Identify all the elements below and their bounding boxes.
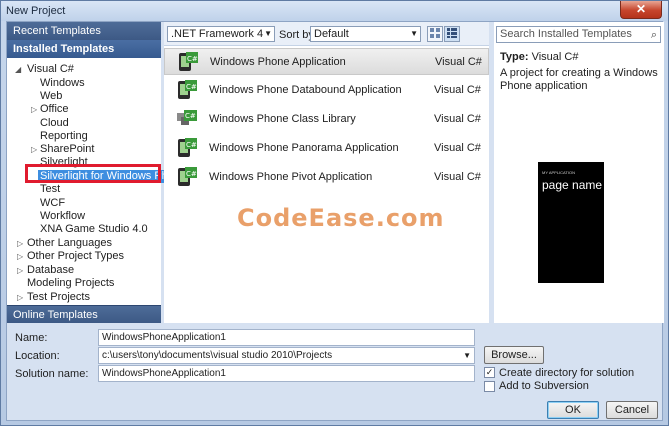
- tree-item-cloud[interactable]: Cloud: [40, 117, 69, 130]
- tree-item-test-projects[interactable]: Test Projects: [27, 291, 90, 304]
- window-title: New Project: [6, 5, 66, 17]
- browse-button[interactable]: Browse...: [484, 346, 544, 364]
- phone-app-icon: C#: [179, 52, 198, 71]
- svg-text:C#: C#: [187, 55, 198, 63]
- tree-item-other-project-types[interactable]: Other Project Types: [27, 250, 124, 263]
- template-row[interactable]: C# Windows Phone Class Library Visual C#: [164, 106, 489, 133]
- tree-item-windows[interactable]: Windows: [40, 77, 85, 90]
- expand-arrow-icon[interactable]: ▷: [17, 239, 23, 248]
- sort-dropdown[interactable]: Default ▼: [310, 26, 421, 42]
- templates-toolbar: .NET Framework 4 ▼ Sort by: Default ▼: [164, 22, 489, 46]
- tree-item-sharepoint[interactable]: SharePoint: [40, 143, 94, 156]
- installed-templates-header[interactable]: Installed Templates: [7, 40, 161, 58]
- chevron-down-icon[interactable]: ▼: [463, 348, 471, 363]
- title-bar: New Project ✕: [1, 1, 668, 21]
- chevron-down-icon: ▼: [264, 29, 272, 38]
- type-value: Visual C#: [531, 51, 579, 63]
- type-label: Type:: [500, 51, 529, 63]
- svg-text:C#: C#: [186, 83, 197, 91]
- highlight-annotation-box: [25, 164, 161, 183]
- ok-button[interactable]: OK: [547, 401, 599, 419]
- template-row[interactable]: C# Windows Phone Panorama Application Vi…: [164, 135, 489, 162]
- tree-item-reporting[interactable]: Reporting: [40, 130, 88, 143]
- svg-text:C#: C#: [186, 141, 197, 149]
- name-field[interactable]: WindowsPhoneApplication1: [98, 329, 475, 346]
- watermark-text: CodeEase.com: [237, 204, 445, 232]
- expand-arrow-icon[interactable]: ▷: [17, 252, 23, 261]
- online-templates-header[interactable]: Online Templates: [7, 305, 161, 323]
- location-field[interactable]: c:\users\tony\documents\visual studio 20…: [98, 347, 475, 364]
- cancel-button[interactable]: Cancel: [606, 401, 658, 419]
- preview-app-title: MY APPLICATION: [542, 170, 575, 175]
- small-icons-view-button[interactable]: [444, 26, 460, 42]
- class-library-icon: C#: [177, 110, 197, 125]
- sort-value: Default: [314, 28, 349, 40]
- svg-text:C#: C#: [186, 170, 197, 178]
- location-value: c:\users\tony\documents\visual studio 20…: [102, 350, 333, 361]
- medium-icons-view-button[interactable]: [427, 26, 443, 42]
- preview-page-title: page name: [542, 178, 603, 192]
- tree-item-xna[interactable]: XNA Game Studio 4.0: [40, 223, 148, 236]
- phone-databound-icon: C#: [178, 80, 197, 99]
- list-view-icon: [447, 28, 457, 38]
- grid-view-icon: [430, 28, 440, 38]
- search-placeholder: Search Installed Templates: [500, 28, 632, 40]
- tree-item-web[interactable]: Web: [40, 90, 62, 103]
- expand-arrow-icon[interactable]: ▷: [31, 105, 37, 114]
- search-icon: ⌕: [650, 29, 657, 41]
- create-directory-label: Create directory for solution: [499, 367, 635, 379]
- solution-name-field[interactable]: WindowsPhoneApplication1: [98, 365, 475, 382]
- template-type: Type: Visual C#: [500, 51, 578, 63]
- solution-name-label: Solution name:: [15, 368, 89, 380]
- recent-templates-header[interactable]: Recent Templates: [7, 22, 161, 40]
- tree-item-visual-csharp[interactable]: Visual C#: [27, 63, 74, 76]
- phone-pivot-icon: C#: [178, 167, 197, 186]
- template-row[interactable]: C# Windows Phone Pivot Application Visua…: [164, 164, 489, 191]
- template-name: Windows Phone Class Library: [209, 113, 356, 125]
- template-name: Windows Phone Panorama Application: [209, 142, 399, 154]
- template-language: Visual C#: [434, 84, 481, 96]
- template-row[interactable]: C# Windows Phone Application Visual C#: [164, 48, 489, 75]
- template-description: A project for creating a Windows Phone a…: [500, 67, 658, 92]
- new-project-dialog: New Project ✕ Recent Templates Installed…: [0, 0, 669, 426]
- expand-arrow-icon[interactable]: ▷: [17, 293, 23, 302]
- template-language: Visual C#: [435, 56, 482, 68]
- template-categories-pane: Recent Templates Installed Templates ◢ V…: [7, 22, 189, 323]
- tree-item-office[interactable]: Office: [40, 103, 69, 116]
- template-name: Windows Phone Databound Application: [209, 84, 402, 96]
- name-label: Name:: [15, 332, 48, 344]
- template-preview-image: MY APPLICATION page name: [538, 162, 604, 283]
- tree-item-database[interactable]: Database: [27, 264, 74, 277]
- tree-item-test[interactable]: Test: [40, 183, 60, 196]
- tree-item-other-languages[interactable]: Other Languages: [27, 237, 112, 250]
- svg-text:C#: C#: [185, 112, 196, 120]
- expand-arrow-icon[interactable]: ▷: [31, 145, 37, 154]
- add-to-subversion-label: Add to Subversion: [499, 380, 589, 392]
- create-directory-checkbox[interactable]: ✓: [484, 367, 495, 378]
- location-label: Location:: [15, 350, 60, 362]
- template-language: Visual C#: [434, 171, 481, 183]
- tree-item-modeling-projects[interactable]: Modeling Projects: [27, 277, 114, 290]
- templates-list-pane: .NET Framework 4 ▼ Sort by: Default ▼ C#…: [164, 22, 489, 323]
- expand-arrow-icon[interactable]: ▷: [17, 266, 23, 275]
- close-button[interactable]: ✕: [620, 1, 662, 19]
- expand-arrow-icon[interactable]: ◢: [15, 65, 21, 74]
- template-language: Visual C#: [434, 113, 481, 125]
- phone-panorama-icon: C#: [178, 138, 197, 157]
- template-row[interactable]: C# Windows Phone Databound Application V…: [164, 77, 489, 104]
- tree-item-wcf[interactable]: WCF: [40, 197, 65, 210]
- tree-item-workflow[interactable]: Workflow: [40, 210, 85, 223]
- framework-dropdown[interactable]: .NET Framework 4 ▼: [167, 26, 275, 42]
- template-details-pane: Search Installed Templates ⌕ Type: Visua…: [494, 22, 664, 323]
- template-name: Windows Phone Pivot Application: [209, 171, 373, 183]
- chevron-down-icon: ▼: [410, 29, 418, 38]
- template-language: Visual C#: [434, 142, 481, 154]
- add-to-subversion-checkbox[interactable]: [484, 381, 495, 392]
- search-templates-input[interactable]: Search Installed Templates ⌕: [496, 26, 661, 43]
- framework-value: .NET Framework 4: [171, 28, 264, 40]
- template-name: Windows Phone Application: [210, 56, 346, 68]
